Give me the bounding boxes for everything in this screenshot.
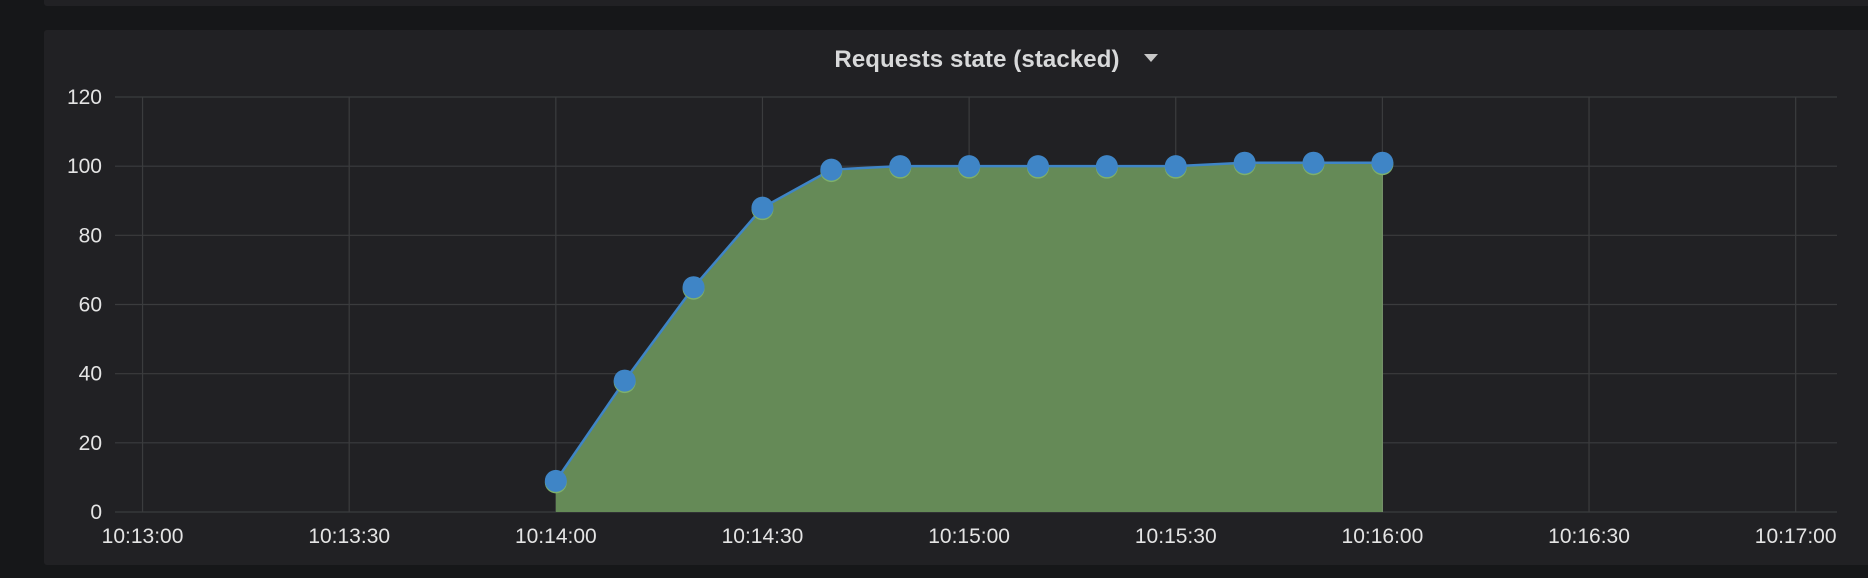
y-tick-label: 60 (79, 294, 102, 317)
data-point (1371, 151, 1394, 174)
x-tick-label: 10:15:30 (1135, 525, 1217, 548)
x-tick-label: 10:13:00 (102, 525, 184, 548)
y-tick-label: 80 (79, 224, 102, 247)
series-area-fill (555, 162, 1383, 513)
y-tick-label: 120 (67, 86, 102, 109)
chart-area (554, 161, 1383, 513)
data-point (1233, 151, 1256, 174)
y-tick-label: 0 (90, 501, 102, 524)
data-point (682, 276, 705, 299)
x-tick-label: 10:15:00 (928, 525, 1010, 548)
x-tick-label: 10:14:00 (515, 525, 597, 548)
data-point (820, 158, 843, 181)
y-tick-label: 100 (67, 155, 102, 178)
data-point (889, 155, 912, 178)
x-tick-label: 10:13:30 (308, 525, 390, 548)
x-tick-label: 10:14:30 (722, 525, 804, 548)
y-tick-label: 20 (79, 432, 102, 455)
data-point (1095, 155, 1118, 178)
data-point (1026, 155, 1049, 178)
x-tick-label: 10:16:00 (1342, 525, 1424, 548)
data-point (1164, 155, 1187, 178)
y-tick-label: 40 (79, 363, 102, 386)
x-tick-label: 10:17:00 (1755, 525, 1837, 548)
data-point (613, 369, 636, 392)
x-tick-label: 10:16:30 (1548, 525, 1630, 548)
data-point (751, 196, 774, 219)
data-point (1302, 151, 1325, 174)
data-point (958, 155, 981, 178)
data-point (544, 469, 567, 492)
requests-chart: 0 20 40 60 80 100 120 10:13:00 10:13:30 10:14:00 1… (67, 86, 1837, 548)
